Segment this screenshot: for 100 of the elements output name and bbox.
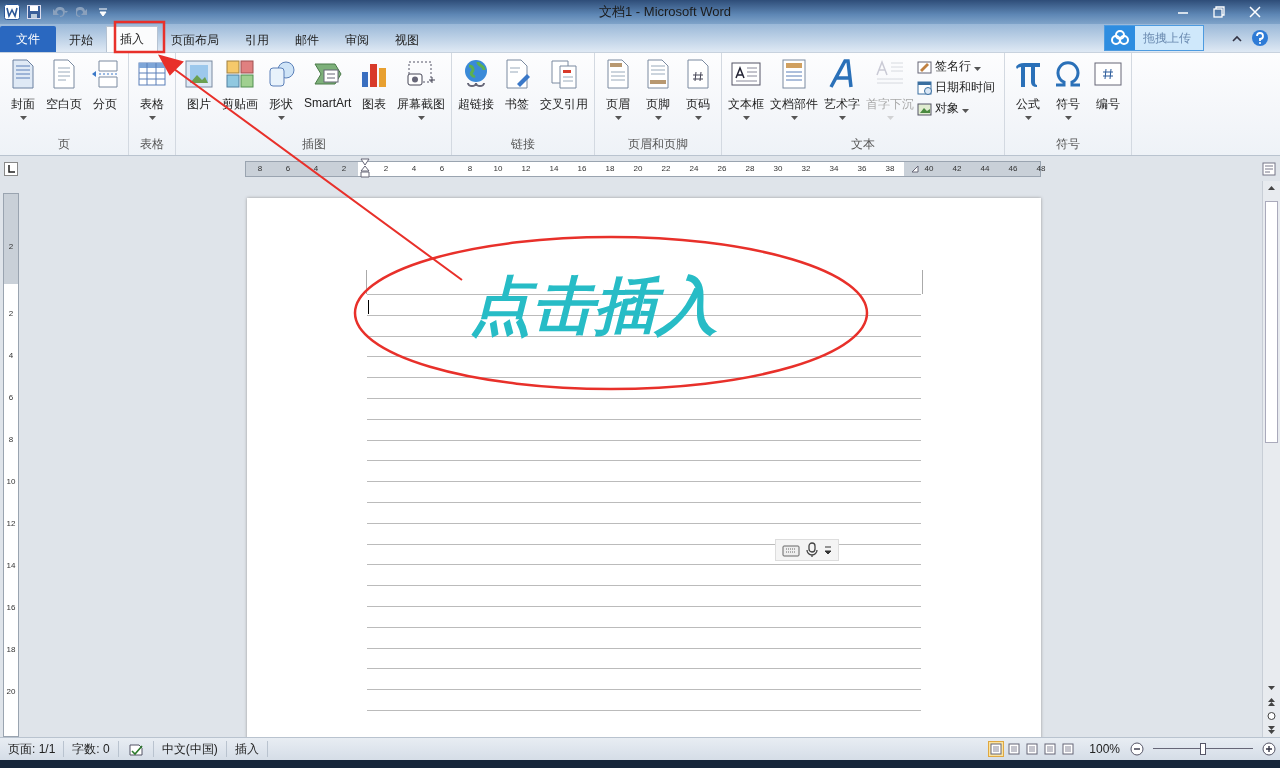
ribbon-button[interactable]: 屏幕截图 <box>394 55 449 135</box>
file-tab[interactable]: 文件 <box>0 26 56 52</box>
ribbon-button[interactable]: 页脚 <box>638 55 679 135</box>
tab-stop-icon <box>6 163 16 174</box>
ribbon-button[interactable]: 日期和时间 <box>917 78 1002 97</box>
insert-mode-status[interactable]: 插入 <box>226 741 268 757</box>
ribbon-button[interactable]: 编号 <box>1088 55 1129 135</box>
highlight-frame <box>113 20 166 54</box>
annotation-text: 点击插入 <box>470 270 718 342</box>
caret-icon <box>19 116 27 120</box>
ruler-number: 44 <box>979 162 991 175</box>
outline-view-icon <box>1044 743 1057 755</box>
ruler-number: 24 <box>688 162 700 175</box>
caret-icon <box>654 116 662 120</box>
caret-icon <box>962 108 970 113</box>
ribbon-tab[interactable]: 视图 <box>382 28 432 52</box>
group-label: 页眉和页脚 <box>627 136 690 153</box>
scroll-thumb[interactable] <box>1265 201 1278 443</box>
ruler-number: 8 <box>7 434 15 446</box>
caret-icon <box>694 116 702 120</box>
ruler-number: 32 <box>800 162 812 175</box>
ribbon-button[interactable]: 对象 <box>917 99 1002 118</box>
ribbon-button[interactable]: 表格 <box>132 55 172 135</box>
signature-icon <box>917 58 933 75</box>
ruler-number: 18 <box>604 162 616 175</box>
ribbon-tab[interactable]: 审阅 <box>332 28 382 52</box>
print-layout-icon <box>990 743 1003 755</box>
ribbon-button[interactable]: 文档部件 <box>767 55 822 135</box>
ruler-number: 10 <box>492 162 504 175</box>
ribbon-tab[interactable]: 页面布局 <box>158 28 232 52</box>
zoom-level[interactable]: 100% <box>1077 742 1126 756</box>
ribbon-tab[interactable]: 引用 <box>232 28 282 52</box>
ruler-number: 6 <box>7 392 15 404</box>
save-icon[interactable] <box>26 4 42 20</box>
caret-icon <box>790 116 798 120</box>
ruler-number: 14 <box>5 560 17 572</box>
right-indent-marker-icon[interactable] <box>911 164 919 173</box>
ribbon-button[interactable]: 文本框 <box>725 55 768 135</box>
ruler-number: 4 <box>410 162 418 175</box>
ruler-number: 16 <box>5 602 17 614</box>
proofing-icon[interactable] <box>126 741 145 757</box>
ruler-number: 2 <box>340 162 348 175</box>
picture-icon <box>183 58 215 90</box>
cloud-icon <box>1105 26 1135 50</box>
ribbon-button[interactable]: 封面 <box>3 55 43 135</box>
ruler-number: 48 <box>1035 162 1047 175</box>
ruler-number: 2 <box>7 308 15 320</box>
ruler-number: 22 <box>660 162 672 175</box>
ruler-number: 2 <box>382 162 390 175</box>
indent-marker-icon[interactable] <box>360 157 370 178</box>
object-icon <box>917 100 933 117</box>
ruler-number: 6 <box>284 162 292 175</box>
microphone-icon[interactable] <box>805 542 819 558</box>
caret-icon <box>886 116 894 120</box>
ribbon-button[interactable]: SmartArt <box>301 55 355 135</box>
word-icon[interactable] <box>4 4 20 20</box>
ribbon-button[interactable]: 形状 <box>261 55 301 135</box>
ruler-number: 8 <box>256 162 264 175</box>
group-label: 文本 <box>850 136 877 153</box>
ruler-number: 20 <box>632 162 644 175</box>
zoom-in-icon[interactable] <box>1262 742 1276 756</box>
ruler-number: 18 <box>5 644 17 656</box>
ribbon-button[interactable]: 图表 <box>354 55 395 135</box>
ribbon-button[interactable]: 页眉 <box>598 55 639 135</box>
ribbon-tab[interactable]: 开始 <box>56 28 106 52</box>
page-count[interactable]: 页面: 1/1 <box>0 741 65 757</box>
ruler-number: 28 <box>744 162 756 175</box>
reading-view-icon <box>1008 743 1021 755</box>
ribbon-button[interactable]: 符号 <box>1048 55 1089 135</box>
group-label: 页 <box>57 136 71 153</box>
ruler-number: 10 <box>5 476 17 488</box>
ruler-number: 40 <box>923 162 935 175</box>
options-caret-icon[interactable] <box>824 544 832 556</box>
ruler-number: 34 <box>828 162 840 175</box>
zoom-out-icon[interactable] <box>1130 742 1144 756</box>
ruler-number: 2 <box>7 241 15 253</box>
ruler-number: 12 <box>520 162 532 175</box>
ribbon-button[interactable]: 公式 <box>1008 55 1049 135</box>
ribbon-button[interactable]: 超链接 <box>455 55 498 135</box>
ruler-toggle-icon[interactable] <box>1262 161 1276 176</box>
ribbon-button[interactable]: 图片 <box>179 55 219 135</box>
calendar-icon <box>917 79 933 96</box>
ribbon-button[interactable]: 签名行 <box>917 57 1002 76</box>
tab-selector[interactable] <box>4 161 18 176</box>
ribbon-tab[interactable]: 邮件 <box>282 28 332 52</box>
ribbon-button[interactable]: 空白页 <box>43 55 85 135</box>
group-label: 表格 <box>139 136 165 153</box>
ribbon-tab[interactable]: 插入 <box>106 26 158 52</box>
ribbon-button[interactable]: 书签 <box>497 55 538 135</box>
ruler-number: 36 <box>856 162 868 175</box>
ribbon-button[interactable]: 分页 <box>85 55 125 135</box>
ribbon-button[interactable]: 页码 <box>678 55 719 135</box>
ruler-number: 30 <box>772 162 784 175</box>
word-count[interactable]: 字数: 0 <box>64 741 119 757</box>
slider-thumb[interactable] <box>1200 743 1206 755</box>
help-icon[interactable] <box>1251 29 1269 47</box>
language-status[interactable]: 中文(中国) <box>153 741 227 757</box>
ribbon-button[interactable]: 艺术字 <box>821 55 864 135</box>
group-label: 链接 <box>510 136 537 153</box>
ribbon-button[interactable]: 交叉引用 <box>537 55 592 135</box>
